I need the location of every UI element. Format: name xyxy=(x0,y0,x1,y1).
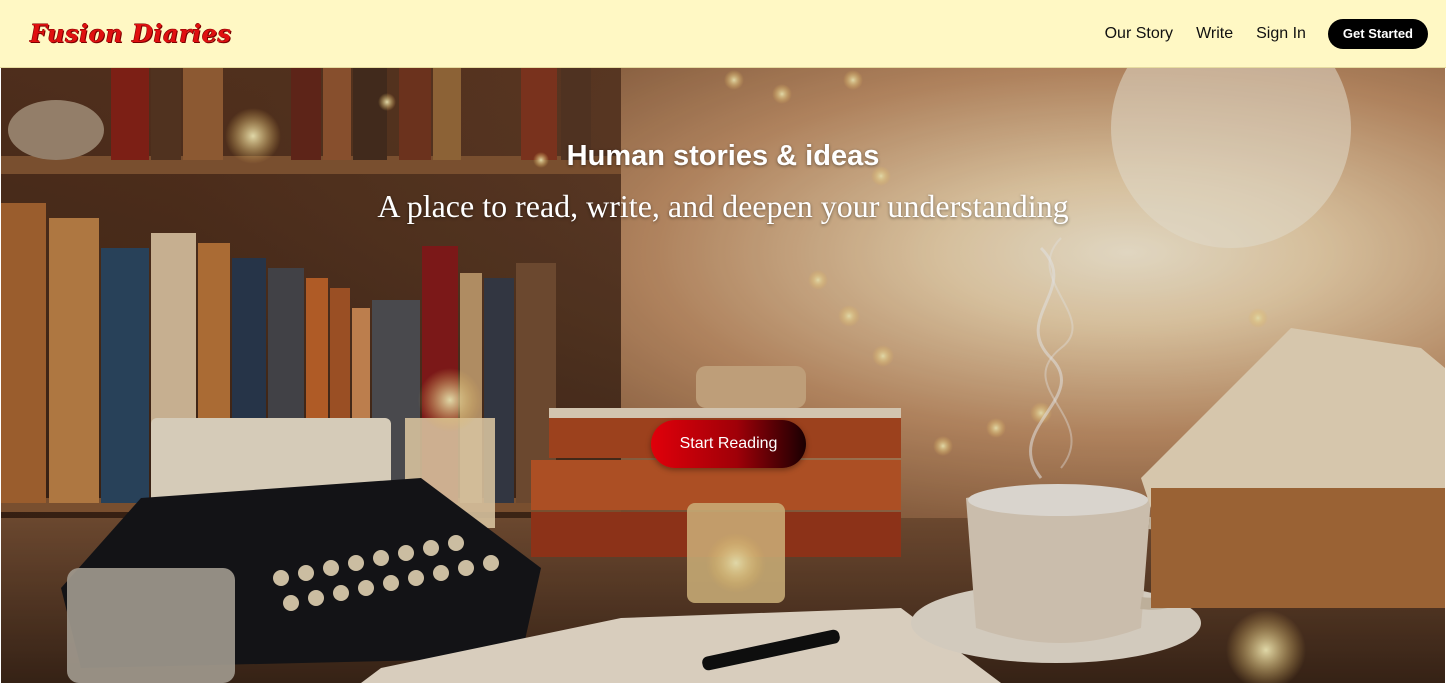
get-started-button[interactable]: Get Started xyxy=(1327,18,1428,49)
site-header: Fusion Diaries Our Story Write Sign In G… xyxy=(0,0,1446,68)
nav-sign-in[interactable]: Sign In xyxy=(1256,25,1306,43)
hero-title: Human stories & ideas xyxy=(566,140,880,172)
site-logo[interactable]: Fusion Diaries xyxy=(30,19,232,48)
hero-section: Human stories & ideas A place to read, w… xyxy=(1,68,1445,683)
hero-subtitle: A place to read, write, and deepen your … xyxy=(377,188,1069,224)
top-nav: Our Story Write Sign In Get Started xyxy=(1082,18,1428,49)
nav-our-story[interactable]: Our Story xyxy=(1105,25,1173,43)
start-reading-button[interactable]: Start Reading xyxy=(651,420,806,468)
nav-write[interactable]: Write xyxy=(1196,25,1233,43)
